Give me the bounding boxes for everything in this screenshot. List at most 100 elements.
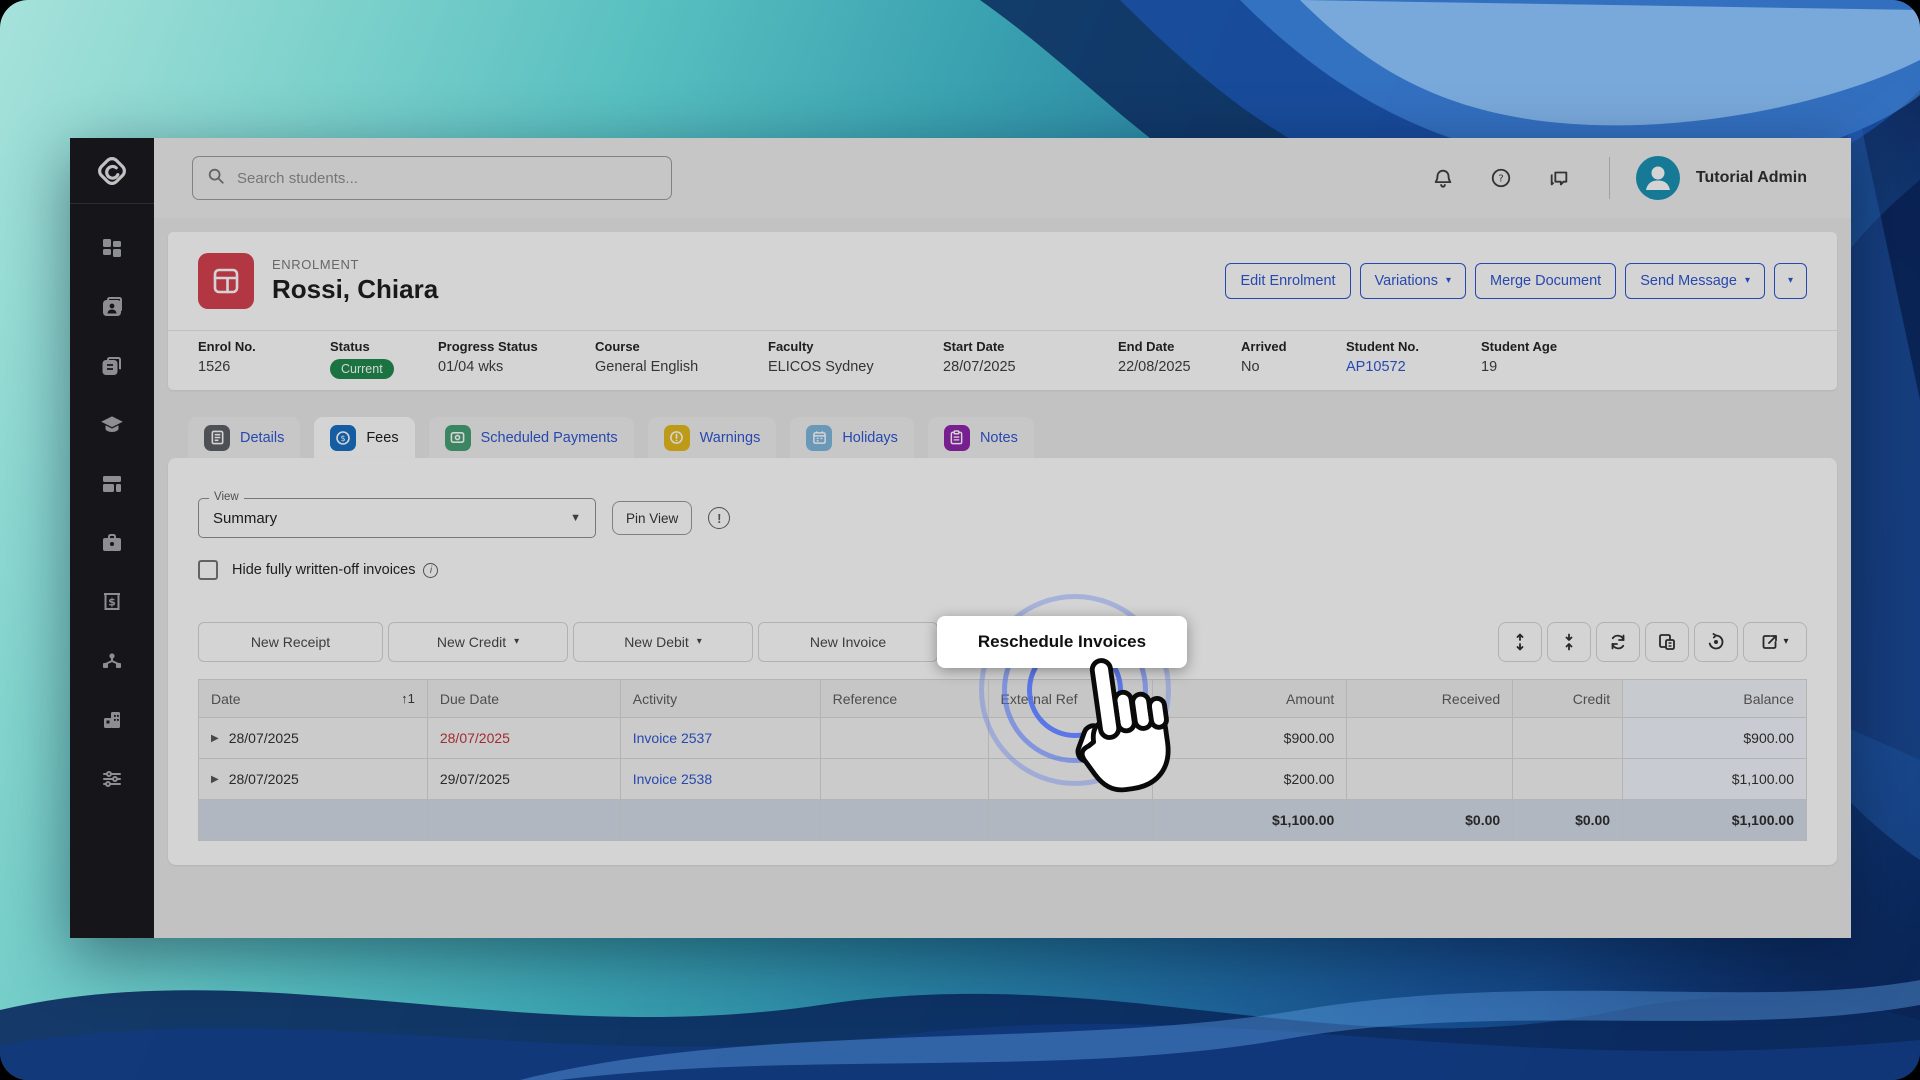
search-input[interactable]: Search students... — [192, 156, 672, 200]
view-select-value: Summary — [213, 510, 277, 527]
new-invoice-button[interactable]: New Invoice — [758, 622, 938, 662]
notifications-bell-icon[interactable] — [1423, 158, 1463, 198]
svg-text:$: $ — [341, 434, 346, 443]
row-expander-icon[interactable]: ▶ — [211, 774, 219, 785]
table-header-row: Date↑1 Due Date Activity Reference Exter… — [199, 680, 1806, 718]
tab-warnings[interactable]: Warnings — [648, 417, 777, 458]
topbar-divider — [1609, 157, 1610, 199]
sidebar-item-invoices[interactable]: $ — [70, 572, 154, 631]
sidebar-item-students[interactable] — [70, 277, 154, 336]
caret-down-icon: ▾ — [697, 637, 702, 647]
edit-enrolment-button[interactable]: Edit Enrolment — [1225, 263, 1350, 299]
column-header-credit[interactable]: Credit — [1513, 680, 1623, 718]
column-header-amount[interactable]: Amount — [1153, 680, 1347, 718]
total-received: $0.00 — [1347, 800, 1513, 841]
export-icon[interactable]: ▾ — [1743, 622, 1807, 662]
caret-down-icon: ▾ — [1788, 276, 1793, 286]
fees-table: Date↑1 Due Date Activity Reference Exter… — [198, 679, 1807, 841]
sidebar-item-classes[interactable] — [70, 454, 154, 513]
app-logo[interactable] — [70, 138, 154, 204]
view-select[interactable]: View Summary ▼ — [198, 498, 596, 538]
new-credit-button[interactable]: New Credit▾ — [388, 622, 568, 662]
messages-icon[interactable] — [1539, 158, 1579, 198]
tab-holidays[interactable]: Holidays — [790, 417, 914, 458]
sidebar-item-documents[interactable] — [70, 336, 154, 395]
total-balance: $1,100.00 — [1623, 800, 1806, 841]
tab-scheduled-payments[interactable]: Scheduled Payments — [429, 417, 634, 458]
status-badge: Current — [330, 359, 394, 379]
sidebar-item-agents[interactable] — [70, 513, 154, 572]
info-icon[interactable]: i — [423, 563, 438, 578]
caret-down-icon: ▾ — [1446, 276, 1451, 286]
svg-text:?: ? — [1498, 174, 1503, 185]
warnings-icon — [664, 425, 690, 451]
sort-indicator[interactable]: ↑1 — [401, 691, 415, 706]
total-amount: $1,100.00 — [1153, 800, 1347, 841]
due-date-cell: 29/07/2025 — [428, 759, 621, 800]
sidebar-item-dashboard[interactable] — [70, 218, 154, 277]
tab-fees[interactable]: $ Fees — [314, 417, 414, 458]
hide-written-off-label: Hide fully written-off invoices i — [232, 562, 438, 578]
history-icon[interactable] — [1694, 622, 1738, 662]
due-date-cell: 28/07/2025 — [428, 718, 621, 759]
table-row[interactable]: ▶28/07/2025 29/07/2025 Invoice 2538 $200… — [199, 759, 1806, 800]
refresh-icon[interactable] — [1596, 622, 1640, 662]
sidebar: $ — [70, 138, 154, 938]
enrolment-kicker: ENROLMENT — [272, 257, 438, 272]
column-header-activity[interactable]: Activity — [621, 680, 821, 718]
desktop: $ Search stud — [0, 0, 1920, 1080]
row-expander-icon[interactable]: ▶ — [211, 733, 219, 744]
column-header-external-ref[interactable]: External Ref — [989, 680, 1154, 718]
holidays-icon — [806, 425, 832, 451]
column-header-received[interactable]: Received — [1347, 680, 1513, 718]
sidebar-item-settings[interactable] — [70, 749, 154, 808]
user-avatar[interactable] — [1636, 156, 1680, 200]
chevron-down-icon: ▼ — [570, 512, 581, 524]
sidebar-item-courses[interactable] — [70, 395, 154, 454]
page-title-student-name: Rossi, Chiara — [272, 274, 438, 305]
scheduled-payments-icon — [445, 425, 471, 451]
fees-panel: View Summary ▼ Pin View ! Hide fully wri… — [168, 458, 1837, 865]
hide-written-off-checkbox[interactable] — [198, 560, 218, 580]
new-debit-button[interactable]: New Debit▾ — [573, 622, 753, 662]
sidebar-item-network[interactable] — [70, 631, 154, 690]
reschedule-invoices-button[interactable]: Reschedule Invoices — [937, 616, 1187, 668]
column-header-reference[interactable]: Reference — [821, 680, 989, 718]
total-credit: $0.00 — [1513, 800, 1623, 841]
pin-view-button[interactable]: Pin View — [612, 501, 692, 535]
merge-document-button[interactable]: Merge Document — [1475, 263, 1616, 299]
column-header-date[interactable]: Date↑1 — [199, 680, 428, 718]
search-placeholder: Search students... — [237, 170, 358, 187]
column-header-due-date[interactable]: Due Date — [428, 680, 621, 718]
tab-notes[interactable]: Notes — [928, 417, 1034, 458]
column-header-balance[interactable]: Balance — [1623, 680, 1806, 718]
caret-down-icon: ▾ — [514, 637, 519, 647]
app-window: $ Search stud — [70, 138, 1851, 938]
notes-icon — [944, 425, 970, 451]
help-icon[interactable]: ? — [1481, 158, 1521, 198]
sidebar-item-organisation[interactable] — [70, 690, 154, 749]
send-message-button[interactable]: Send Message▾ — [1625, 263, 1765, 299]
fees-icon: $ — [330, 425, 356, 451]
expand-rows-icon[interactable] — [1498, 622, 1542, 662]
enrolment-tabs: Details $ Fees Scheduled Payments — [168, 417, 1837, 458]
search-icon — [207, 167, 225, 190]
invoice-link[interactable]: Invoice 2537 — [633, 730, 712, 746]
variations-button[interactable]: Variations▾ — [1360, 263, 1466, 299]
collapse-rows-icon[interactable] — [1547, 622, 1591, 662]
svg-text:$: $ — [108, 595, 116, 608]
student-no-link[interactable]: AP10572 — [1346, 359, 1481, 375]
new-receipt-button[interactable]: New Receipt — [198, 622, 383, 662]
tab-details[interactable]: Details — [188, 417, 300, 458]
user-name[interactable]: Tutorial Admin — [1696, 169, 1807, 187]
content-area: ENROLMENT Rossi, Chiara Edit Enrolment V… — [154, 218, 1851, 938]
caret-down-icon: ▾ — [1745, 276, 1750, 286]
enrol-no-value: 1526 — [198, 359, 330, 375]
table-row[interactable]: ▶28/07/2025 28/07/2025 Invoice 2537 $900… — [199, 718, 1806, 759]
invoice-link[interactable]: Invoice 2538 — [633, 771, 712, 787]
enrolment-icon — [198, 253, 254, 309]
view-info-icon[interactable]: ! — [708, 507, 730, 529]
duplicate-icon[interactable] — [1645, 622, 1689, 662]
more-actions-button[interactable]: ▾ — [1774, 263, 1807, 299]
caret-down-icon: ▾ — [1783, 637, 1788, 647]
